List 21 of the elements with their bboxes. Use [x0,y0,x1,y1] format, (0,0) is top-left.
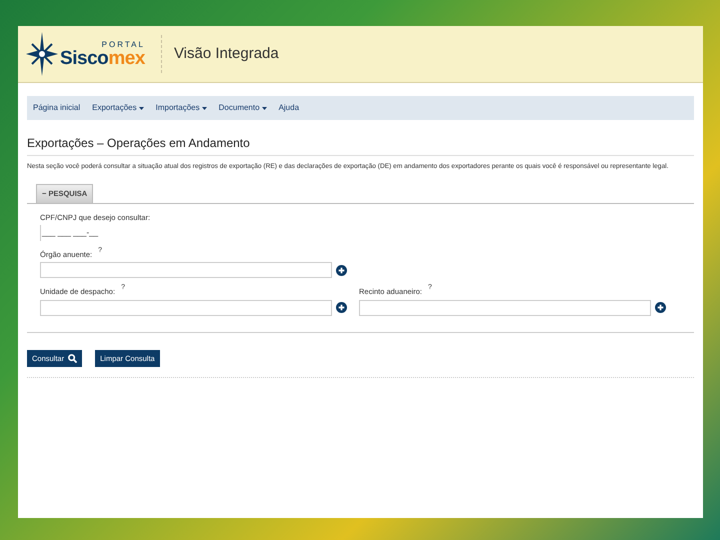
nav-menu-item[interactable]: Página inicial [33,102,80,114]
nav-menu-item[interactable]: Ajuda [278,102,300,114]
add-icon[interactable] [336,264,347,276]
logo-portal-text: PORTAL [102,40,145,48]
portal-title: Visão Integrada [174,44,279,64]
logo-text: Siscomex [60,48,145,68]
nav-menu-item[interactable]: Documento [218,102,267,114]
add-icon[interactable] [655,302,666,314]
input-field[interactable] [40,300,332,316]
star-logo-icon [26,32,58,76]
input-field[interactable]: ___ ___ ___-__ [40,225,100,242]
nav-menu-item[interactable]: Importações [156,102,207,114]
caret-icon [262,106,267,110]
nav-menu-item[interactable]: Exportações [92,102,144,114]
input-field[interactable] [359,300,651,316]
caret-icon [202,106,207,110]
input-field[interactable] [40,262,332,278]
search-icon [68,354,78,363]
add-icon[interactable] [336,302,347,314]
caret-icon [138,106,144,110]
page-heading: Exportações – Operações em Andamento [27,134,694,156]
